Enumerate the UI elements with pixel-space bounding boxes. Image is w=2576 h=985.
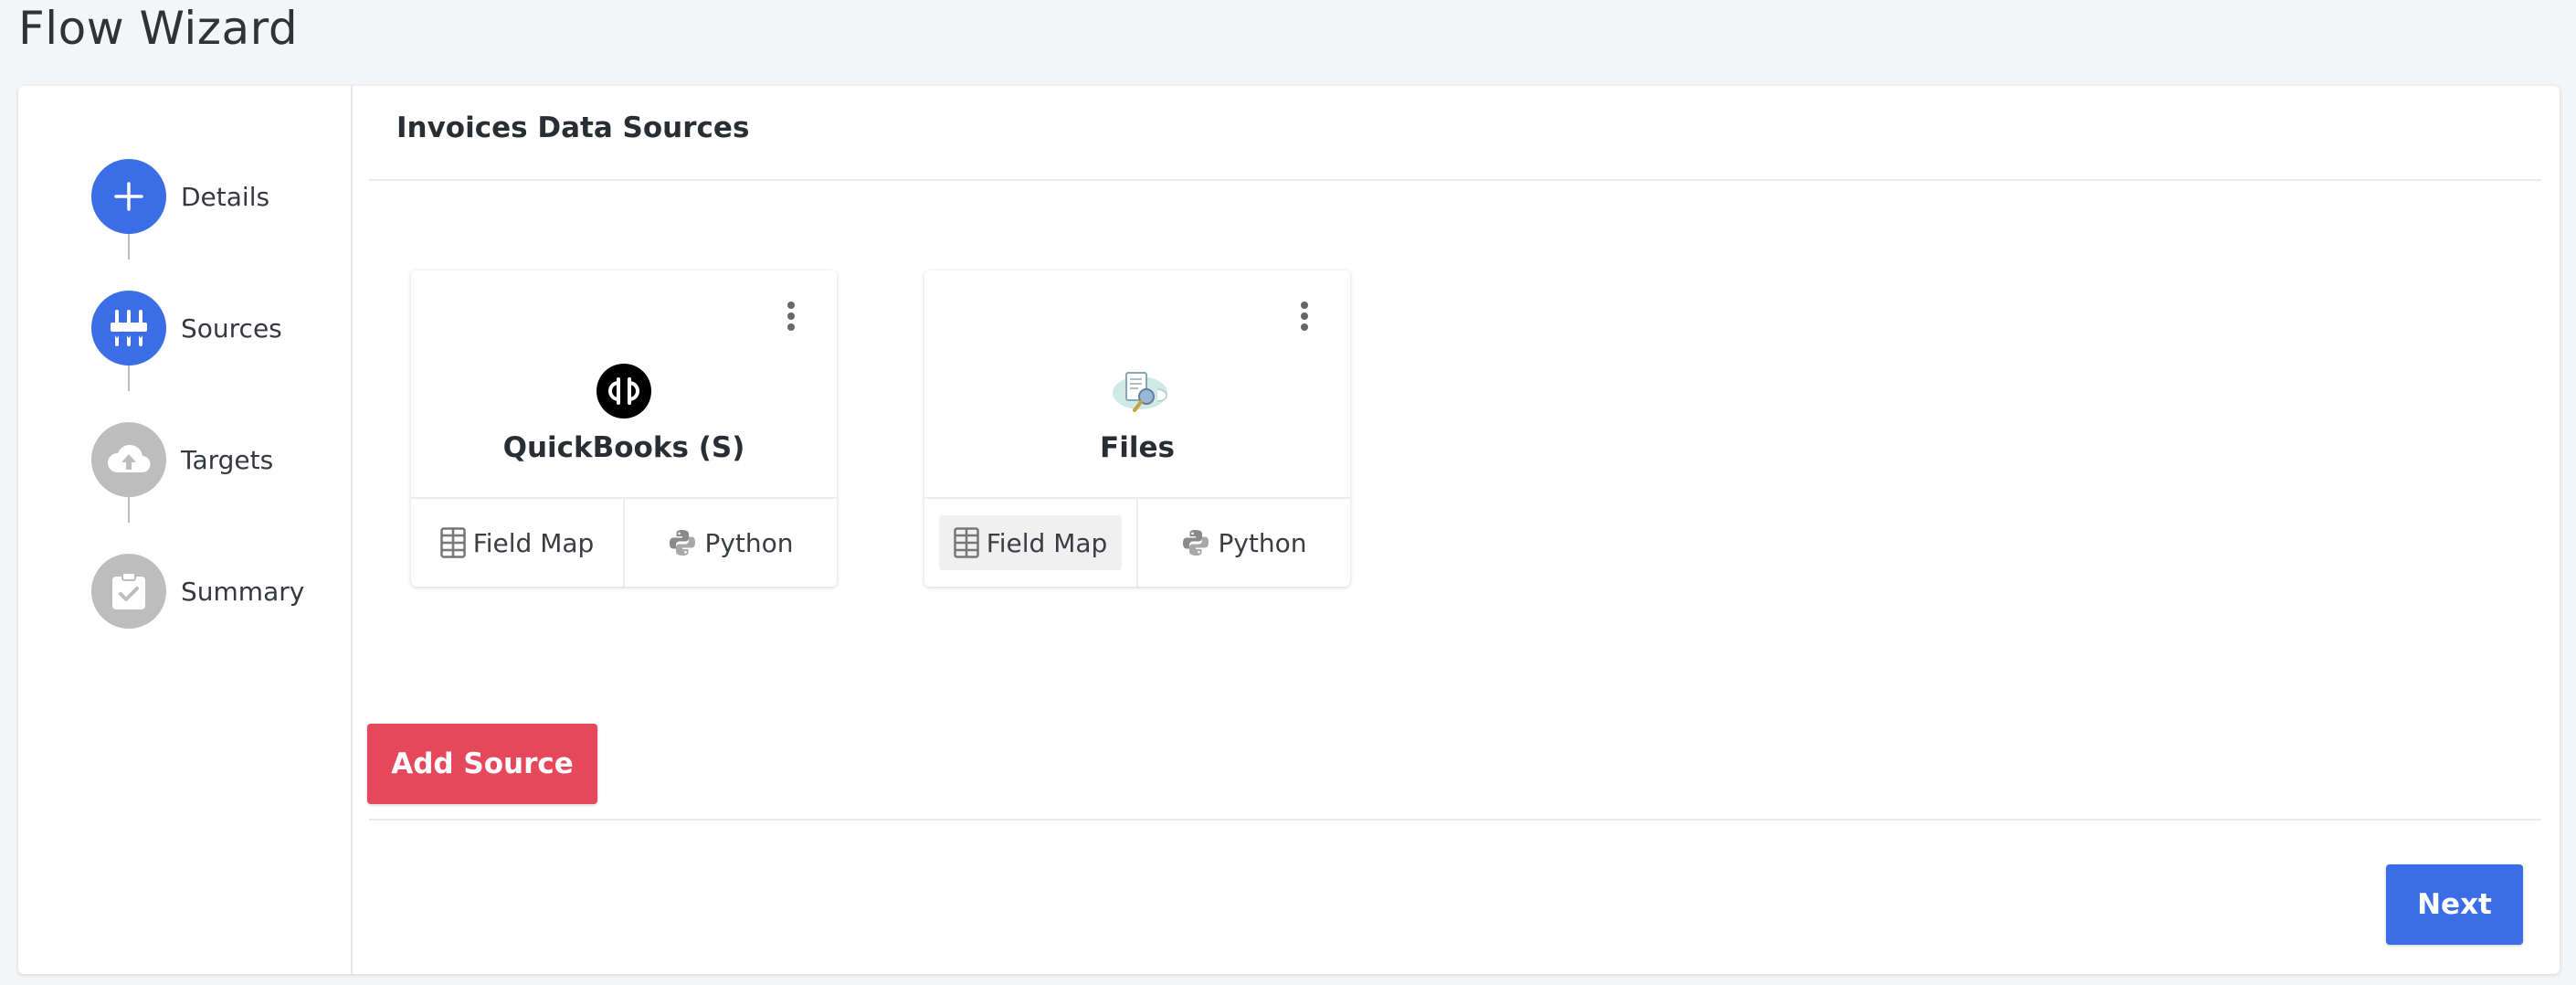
clipboard-check-icon	[91, 554, 166, 629]
source-name: Files	[1100, 431, 1175, 464]
field-map-button[interactable]: Field Map	[411, 499, 623, 587]
step-label: Targets	[181, 444, 274, 475]
python-icon	[1181, 528, 1210, 557]
page-title: Flow Wizard	[18, 2, 299, 55]
next-button[interactable]: Next	[2386, 864, 2523, 945]
more-vert-icon[interactable]	[782, 298, 800, 334]
source-card-files[interactable]: Files Field Map Python	[924, 270, 1350, 587]
plus-icon	[91, 159, 166, 234]
field-map-icon	[439, 527, 466, 558]
step-summary[interactable]: Summary	[91, 554, 304, 629]
wizard-panel: Details Sources Targets Summary Invoices…	[18, 86, 2560, 974]
divider	[369, 179, 2541, 181]
card-actions: Field Map Python	[924, 497, 1350, 587]
field-map-icon	[953, 527, 979, 558]
sources-content: Invoices Data Sources QuickBooks (S) Fie…	[354, 86, 2560, 974]
more-vert-icon[interactable]	[1295, 298, 1314, 334]
python-label: Python	[704, 527, 794, 558]
python-label: Python	[1218, 527, 1307, 558]
add-source-button[interactable]: Add Source	[367, 724, 597, 804]
sliders-icon	[91, 291, 166, 365]
step-label: Details	[181, 181, 270, 212]
quickbooks-logo-icon	[596, 364, 651, 418]
field-map-label: Field Map	[986, 527, 1108, 558]
cloud-upload-icon	[91, 422, 166, 497]
python-icon	[668, 528, 697, 557]
wizard-stepper: Details Sources Targets Summary	[18, 86, 353, 974]
source-card-quickbooks[interactable]: QuickBooks (S) Field Map Python	[411, 270, 837, 587]
step-targets[interactable]: Targets	[91, 422, 273, 497]
source-name: QuickBooks (S)	[502, 431, 745, 464]
files-logo-icon	[1110, 364, 1167, 418]
step-label: Sources	[181, 312, 282, 344]
section-title: Invoices Data Sources	[396, 111, 750, 144]
field-map-label: Field Map	[472, 527, 595, 558]
step-sources[interactable]: Sources	[91, 291, 282, 365]
divider	[369, 819, 2541, 821]
step-label: Summary	[181, 576, 305, 607]
field-map-button[interactable]: Field Map	[924, 499, 1136, 587]
step-details[interactable]: Details	[91, 159, 269, 234]
card-actions: Field Map Python	[411, 497, 837, 587]
python-button[interactable]: Python	[623, 499, 837, 587]
python-button[interactable]: Python	[1136, 499, 1350, 587]
